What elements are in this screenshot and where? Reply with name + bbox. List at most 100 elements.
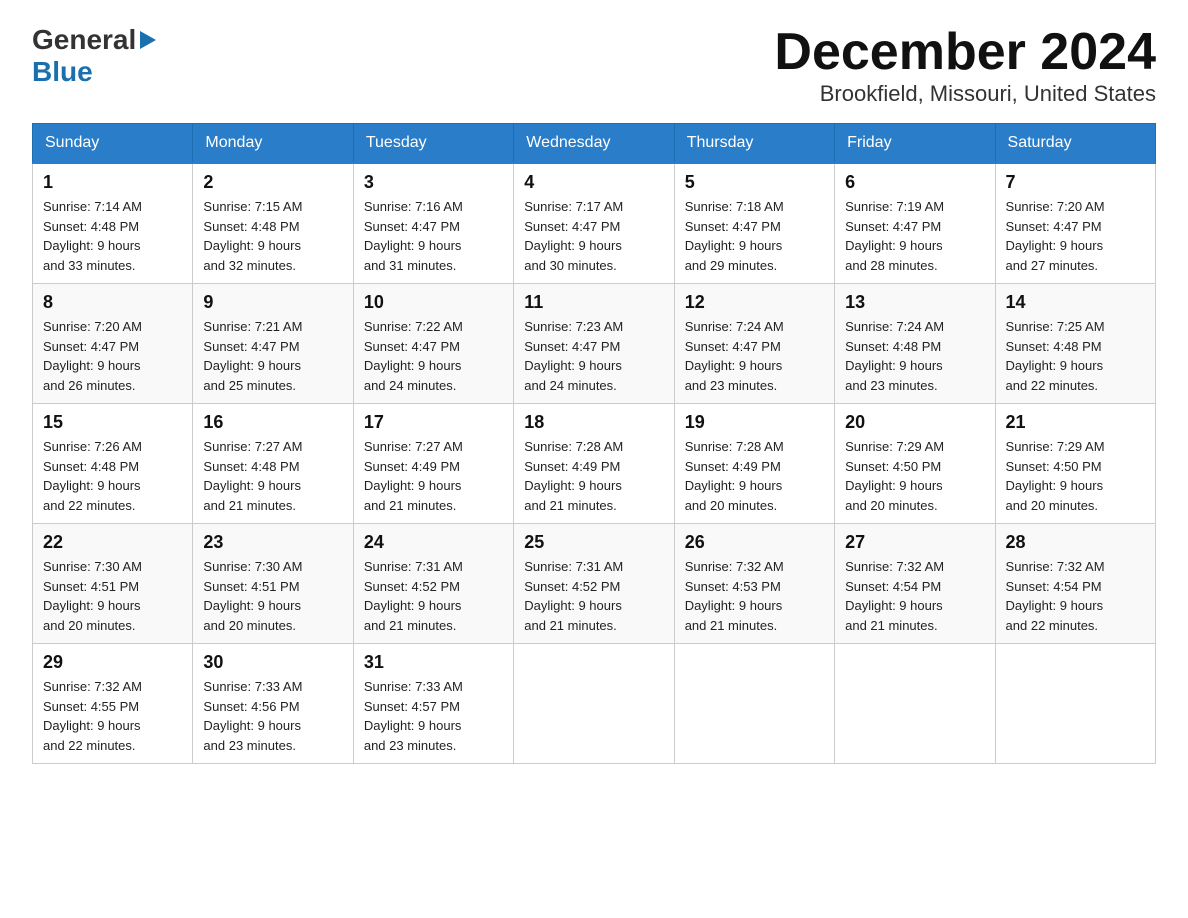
col-friday: Friday	[835, 124, 995, 164]
day-info: Sunrise: 7:21 AMSunset: 4:47 PMDaylight:…	[203, 319, 302, 393]
page-header: General Blue December 2024 Brookfield, M…	[32, 24, 1156, 107]
day-number: 14	[1006, 292, 1145, 313]
day-number: 12	[685, 292, 824, 313]
day-number: 29	[43, 652, 182, 673]
logo-icon: General Blue	[32, 24, 156, 88]
table-row: 26 Sunrise: 7:32 AMSunset: 4:53 PMDaylig…	[674, 524, 834, 644]
table-row: 5 Sunrise: 7:18 AMSunset: 4:47 PMDayligh…	[674, 163, 834, 284]
day-info: Sunrise: 7:22 AMSunset: 4:47 PMDaylight:…	[364, 319, 463, 393]
day-info: Sunrise: 7:29 AMSunset: 4:50 PMDaylight:…	[845, 439, 944, 513]
logo-arrow-icon	[140, 31, 156, 49]
day-info: Sunrise: 7:19 AMSunset: 4:47 PMDaylight:…	[845, 199, 944, 273]
day-number: 20	[845, 412, 984, 433]
table-row: 15 Sunrise: 7:26 AMSunset: 4:48 PMDaylig…	[33, 404, 193, 524]
table-row: 24 Sunrise: 7:31 AMSunset: 4:52 PMDaylig…	[353, 524, 513, 644]
table-row: 29 Sunrise: 7:32 AMSunset: 4:55 PMDaylig…	[33, 644, 193, 764]
day-info: Sunrise: 7:18 AMSunset: 4:47 PMDaylight:…	[685, 199, 784, 273]
day-number: 9	[203, 292, 342, 313]
day-info: Sunrise: 7:26 AMSunset: 4:48 PMDaylight:…	[43, 439, 142, 513]
table-row: 27 Sunrise: 7:32 AMSunset: 4:54 PMDaylig…	[835, 524, 995, 644]
table-row	[835, 644, 995, 764]
day-number: 30	[203, 652, 342, 673]
table-row: 20 Sunrise: 7:29 AMSunset: 4:50 PMDaylig…	[835, 404, 995, 524]
table-row: 18 Sunrise: 7:28 AMSunset: 4:49 PMDaylig…	[514, 404, 674, 524]
day-number: 6	[845, 172, 984, 193]
day-number: 5	[685, 172, 824, 193]
day-info: Sunrise: 7:31 AMSunset: 4:52 PMDaylight:…	[524, 559, 623, 633]
table-row: 23 Sunrise: 7:30 AMSunset: 4:51 PMDaylig…	[193, 524, 353, 644]
table-row: 13 Sunrise: 7:24 AMSunset: 4:48 PMDaylig…	[835, 284, 995, 404]
day-info: Sunrise: 7:33 AMSunset: 4:57 PMDaylight:…	[364, 679, 463, 753]
day-number: 2	[203, 172, 342, 193]
day-number: 22	[43, 532, 182, 553]
day-info: Sunrise: 7:30 AMSunset: 4:51 PMDaylight:…	[203, 559, 302, 633]
day-number: 31	[364, 652, 503, 673]
table-row: 30 Sunrise: 7:33 AMSunset: 4:56 PMDaylig…	[193, 644, 353, 764]
day-number: 3	[364, 172, 503, 193]
table-row: 8 Sunrise: 7:20 AMSunset: 4:47 PMDayligh…	[33, 284, 193, 404]
day-info: Sunrise: 7:24 AMSunset: 4:47 PMDaylight:…	[685, 319, 784, 393]
logo-blue-text: Blue	[32, 56, 156, 88]
col-tuesday: Tuesday	[353, 124, 513, 164]
table-row: 1 Sunrise: 7:14 AMSunset: 4:48 PMDayligh…	[33, 163, 193, 284]
day-number: 27	[845, 532, 984, 553]
calendar-week-row: 8 Sunrise: 7:20 AMSunset: 4:47 PMDayligh…	[33, 284, 1156, 404]
calendar-subtitle: Brookfield, Missouri, United States	[774, 81, 1156, 107]
day-info: Sunrise: 7:32 AMSunset: 4:54 PMDaylight:…	[1006, 559, 1105, 633]
col-sunday: Sunday	[33, 124, 193, 164]
day-info: Sunrise: 7:32 AMSunset: 4:53 PMDaylight:…	[685, 559, 784, 633]
day-number: 26	[685, 532, 824, 553]
table-row: 11 Sunrise: 7:23 AMSunset: 4:47 PMDaylig…	[514, 284, 674, 404]
day-info: Sunrise: 7:15 AMSunset: 4:48 PMDaylight:…	[203, 199, 302, 273]
table-row: 25 Sunrise: 7:31 AMSunset: 4:52 PMDaylig…	[514, 524, 674, 644]
day-info: Sunrise: 7:24 AMSunset: 4:48 PMDaylight:…	[845, 319, 944, 393]
day-number: 8	[43, 292, 182, 313]
calendar-week-row: 22 Sunrise: 7:30 AMSunset: 4:51 PMDaylig…	[33, 524, 1156, 644]
calendar-week-row: 29 Sunrise: 7:32 AMSunset: 4:55 PMDaylig…	[33, 644, 1156, 764]
table-row: 31 Sunrise: 7:33 AMSunset: 4:57 PMDaylig…	[353, 644, 513, 764]
day-info: Sunrise: 7:29 AMSunset: 4:50 PMDaylight:…	[1006, 439, 1105, 513]
calendar-table: Sunday Monday Tuesday Wednesday Thursday…	[32, 123, 1156, 764]
table-row: 17 Sunrise: 7:27 AMSunset: 4:49 PMDaylig…	[353, 404, 513, 524]
col-thursday: Thursday	[674, 124, 834, 164]
table-row: 3 Sunrise: 7:16 AMSunset: 4:47 PMDayligh…	[353, 163, 513, 284]
col-wednesday: Wednesday	[514, 124, 674, 164]
logo: General Blue	[32, 24, 156, 88]
day-number: 17	[364, 412, 503, 433]
table-row: 12 Sunrise: 7:24 AMSunset: 4:47 PMDaylig…	[674, 284, 834, 404]
col-monday: Monday	[193, 124, 353, 164]
table-row: 19 Sunrise: 7:28 AMSunset: 4:49 PMDaylig…	[674, 404, 834, 524]
day-number: 21	[1006, 412, 1145, 433]
col-saturday: Saturday	[995, 124, 1155, 164]
day-info: Sunrise: 7:16 AMSunset: 4:47 PMDaylight:…	[364, 199, 463, 273]
day-info: Sunrise: 7:33 AMSunset: 4:56 PMDaylight:…	[203, 679, 302, 753]
day-info: Sunrise: 7:20 AMSunset: 4:47 PMDaylight:…	[43, 319, 142, 393]
day-number: 28	[1006, 532, 1145, 553]
day-info: Sunrise: 7:28 AMSunset: 4:49 PMDaylight:…	[685, 439, 784, 513]
calendar-title: December 2024	[774, 24, 1156, 81]
table-row: 21 Sunrise: 7:29 AMSunset: 4:50 PMDaylig…	[995, 404, 1155, 524]
day-info: Sunrise: 7:27 AMSunset: 4:49 PMDaylight:…	[364, 439, 463, 513]
day-info: Sunrise: 7:27 AMSunset: 4:48 PMDaylight:…	[203, 439, 302, 513]
calendar-header-row: Sunday Monday Tuesday Wednesday Thursday…	[33, 124, 1156, 164]
day-number: 18	[524, 412, 663, 433]
day-info: Sunrise: 7:14 AMSunset: 4:48 PMDaylight:…	[43, 199, 142, 273]
day-info: Sunrise: 7:23 AMSunset: 4:47 PMDaylight:…	[524, 319, 623, 393]
day-number: 15	[43, 412, 182, 433]
day-number: 7	[1006, 172, 1145, 193]
table-row: 16 Sunrise: 7:27 AMSunset: 4:48 PMDaylig…	[193, 404, 353, 524]
table-row: 9 Sunrise: 7:21 AMSunset: 4:47 PMDayligh…	[193, 284, 353, 404]
table-row: 7 Sunrise: 7:20 AMSunset: 4:47 PMDayligh…	[995, 163, 1155, 284]
calendar-week-row: 1 Sunrise: 7:14 AMSunset: 4:48 PMDayligh…	[33, 163, 1156, 284]
day-info: Sunrise: 7:32 AMSunset: 4:54 PMDaylight:…	[845, 559, 944, 633]
table-row: 2 Sunrise: 7:15 AMSunset: 4:48 PMDayligh…	[193, 163, 353, 284]
day-info: Sunrise: 7:25 AMSunset: 4:48 PMDaylight:…	[1006, 319, 1105, 393]
day-number: 1	[43, 172, 182, 193]
day-info: Sunrise: 7:28 AMSunset: 4:49 PMDaylight:…	[524, 439, 623, 513]
table-row: 28 Sunrise: 7:32 AMSunset: 4:54 PMDaylig…	[995, 524, 1155, 644]
day-info: Sunrise: 7:32 AMSunset: 4:55 PMDaylight:…	[43, 679, 142, 753]
table-row	[995, 644, 1155, 764]
day-info: Sunrise: 7:17 AMSunset: 4:47 PMDaylight:…	[524, 199, 623, 273]
day-number: 25	[524, 532, 663, 553]
day-info: Sunrise: 7:31 AMSunset: 4:52 PMDaylight:…	[364, 559, 463, 633]
